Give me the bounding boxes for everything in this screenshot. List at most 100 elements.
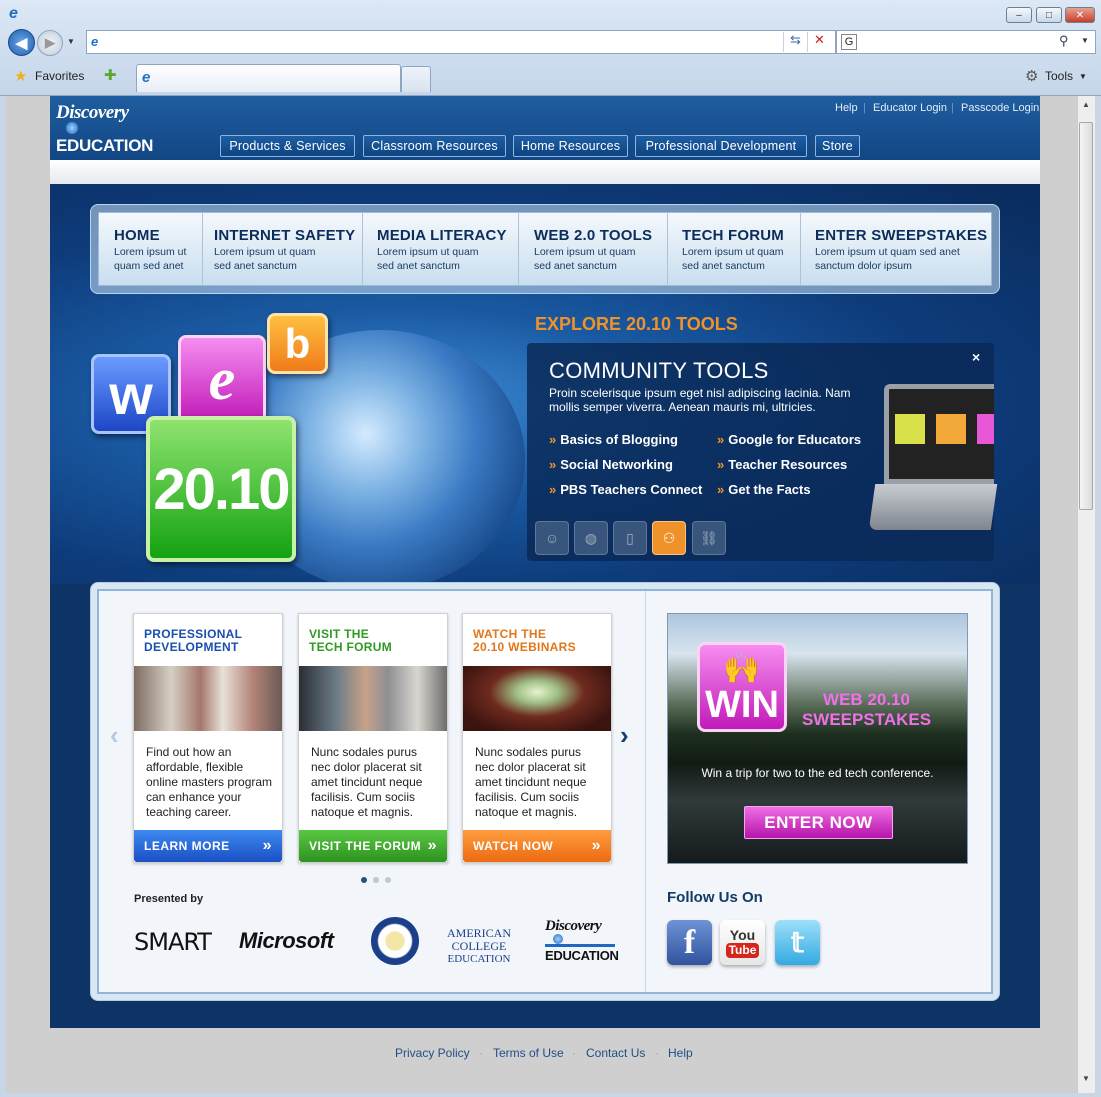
tab-title: INTERNET SAFETY: [214, 227, 356, 244]
card-webinars: WATCH THE 20.10 WEBINARS Nunc sodales pur…: [462, 613, 612, 863]
nav-classroom-resources[interactable]: Classroom Resources: [363, 135, 506, 157]
discovery-education-sponsor-logo[interactable]: Discovery EDUCATION: [545, 918, 619, 963]
smart-logo[interactable]: SMART: [134, 928, 212, 956]
tab-title: HOME: [114, 227, 160, 244]
nav-professional-development[interactable]: Professional Development: [635, 135, 807, 157]
link-icon[interactable]: ⛓: [692, 521, 726, 555]
scroll-down-icon[interactable]: ▼: [1082, 1074, 1090, 1083]
link-social-networking[interactable]: » Social Networking: [549, 457, 673, 472]
watch-now-button[interactable]: WATCH NOW »: [463, 830, 611, 862]
search-dropdown-icon[interactable]: ▼: [1081, 36, 1089, 45]
users-icon[interactable]: ☺: [535, 521, 569, 555]
tab-subtitle: sanctum dolor ipsum: [815, 260, 912, 272]
favorites-button[interactable]: Favorites: [35, 69, 84, 83]
visit-the-forum-button[interactable]: VISIT THE FORUM »: [299, 830, 447, 862]
close-icon[interactable]: ×: [972, 349, 980, 365]
link-teacher-resources[interactable]: » Teacher Resources: [717, 457, 847, 472]
help-link[interactable]: Help: [835, 102, 858, 114]
button-label: VISIT THE FORUM: [309, 839, 422, 853]
de-globe-icon: [553, 934, 563, 944]
browser-tab[interactable]: e: [136, 64, 401, 92]
youtube-icon[interactable]: You Tube: [720, 920, 765, 965]
scrollbar-thumb[interactable]: [1079, 122, 1093, 510]
carousel-next-icon[interactable]: ›: [620, 720, 629, 751]
link-pbs-teachers-connect[interactable]: » PBS Teachers Connect: [549, 482, 702, 497]
american-college-logo[interactable]: AMERICAN COLLEGE EDUCATION: [424, 927, 534, 966]
youtube-you: You: [729, 926, 756, 943]
nav-store[interactable]: Store: [815, 135, 860, 157]
back-button[interactable]: ◀: [8, 29, 35, 56]
logo-globe-icon: [66, 122, 78, 134]
learn-more-button[interactable]: LEARN MORE »: [134, 830, 282, 862]
logo-discovery: Discovery: [56, 102, 129, 123]
refresh-icon[interactable]: ⇆: [783, 32, 807, 52]
tab-internet-safety[interactable]: INTERNET SAFETY Lorem ipsum ut quam sed an…: [198, 212, 363, 286]
address-bar[interactable]: e ⇆ ✕: [86, 30, 836, 54]
tab-subtitle: Lorem ipsum ut quam: [377, 246, 479, 258]
card-text: Nunc sodales purus nec dolor placerat si…: [475, 745, 587, 819]
search-icon[interactable]: ⚲: [1059, 33, 1069, 49]
american-college-seal-icon[interactable]: [371, 917, 419, 965]
nav-home-resources[interactable]: Home Resources: [513, 135, 628, 157]
card-title: WATCH THE 20.10 WEBINARS: [473, 628, 576, 654]
link-label: Google for Educators: [728, 432, 862, 447]
twitter-icon[interactable]: 𝕥: [775, 920, 820, 965]
close-window-button[interactable]: ✕: [1065, 7, 1095, 23]
tab-home[interactable]: HOME Lorem ipsum ut quam sed anet: [98, 212, 203, 286]
enter-now-button[interactable]: ENTER NOW: [744, 806, 893, 839]
footer-help-link[interactable]: Help: [668, 1046, 693, 1060]
panel-divider: [645, 591, 646, 992]
new-tab-button[interactable]: [401, 66, 431, 92]
gear-icon: ⚙: [1025, 68, 1039, 85]
passcode-login-link[interactable]: Passcode Login: [961, 102, 1039, 114]
tab-tech-forum[interactable]: TECH FORUM Lorem ipsum ut quam sed anet sa…: [666, 212, 801, 286]
logo-education: EDUCATION: [56, 136, 154, 155]
discovery-education-logo[interactable]: Discovery EDUCATION: [56, 100, 154, 158]
globe-icon[interactable]: ◍: [574, 521, 608, 555]
add-favorite-icon[interactable]: ✚: [104, 66, 117, 84]
carousel-dot[interactable]: [385, 877, 391, 883]
link-separator: |: [951, 102, 954, 114]
community-icon[interactable]: ⚇: [652, 521, 686, 555]
maximize-button[interactable]: □: [1036, 7, 1062, 23]
card-title-line: 20.10 WEBINARS: [473, 640, 576, 654]
tools-dropdown-icon[interactable]: ▼: [1079, 72, 1087, 81]
stop-icon[interactable]: ✕: [807, 32, 831, 52]
title-bar: e – □ ✕: [0, 0, 1101, 28]
acoe-line: EDUCATION: [447, 953, 511, 965]
win-badge-text: WIN: [705, 684, 779, 726]
card-title-line: TECH FORUM: [309, 640, 392, 654]
tools-menu[interactable]: Tools: [1045, 69, 1073, 83]
carousel-dot[interactable]: [373, 877, 379, 883]
privacy-policy-link[interactable]: Privacy Policy: [395, 1046, 470, 1060]
link-get-the-facts[interactable]: » Get the Facts: [717, 482, 811, 497]
terms-of-use-link[interactable]: Terms of Use: [493, 1046, 564, 1060]
link-label: Social Networking: [560, 457, 673, 472]
facebook-icon[interactable]: f: [667, 920, 712, 965]
tab-media-literacy[interactable]: MEDIA LITERACY Lorem ipsum ut quam sed ane…: [361, 212, 519, 286]
win-badge: 🙌 WIN: [697, 642, 787, 732]
card-text: Find out how an affordable, flexible onl…: [146, 745, 273, 819]
tab-subtitle: Lorem ipsum ut quam sed anet: [815, 246, 960, 258]
nav-products-services[interactable]: Products & Services: [220, 135, 355, 157]
tab-web-tools[interactable]: WEB 2.0 TOOLS Lorem ipsum ut quam sed anet…: [518, 212, 668, 286]
forward-button[interactable]: ▶: [37, 30, 63, 56]
youtube-tube: Tube: [725, 942, 760, 958]
educator-login-link[interactable]: Educator Login: [873, 102, 947, 114]
phone-icon[interactable]: ▯: [613, 521, 647, 555]
microsoft-logo[interactable]: Microsoft: [239, 928, 334, 954]
tab-enter-sweepstakes[interactable]: ENTER SWEEPSTAKES Lorem ipsum ut quam sed…: [799, 212, 992, 286]
carousel-prev-icon[interactable]: ‹: [110, 720, 119, 751]
page-icon: e: [91, 34, 99, 49]
contact-us-link[interactable]: Contact Us: [586, 1046, 645, 1060]
card-title-line: DEVELOPMENT: [144, 640, 239, 654]
search-box[interactable]: G ⚲ ▼: [836, 30, 1096, 54]
minimize-button[interactable]: –: [1006, 7, 1032, 23]
history-dropdown-icon[interactable]: ▼: [67, 37, 75, 46]
scroll-up-icon[interactable]: ▲: [1082, 100, 1090, 109]
carousel-dot-active[interactable]: [361, 877, 367, 883]
link-google-for-educators[interactable]: » Google for Educators: [717, 432, 861, 447]
community-tools-description: Proin scelerisque ipsum eget nisl adipis…: [549, 386, 851, 414]
favorites-star-icon: ★: [14, 68, 28, 85]
link-basics-of-blogging[interactable]: » Basics of Blogging: [549, 432, 678, 447]
